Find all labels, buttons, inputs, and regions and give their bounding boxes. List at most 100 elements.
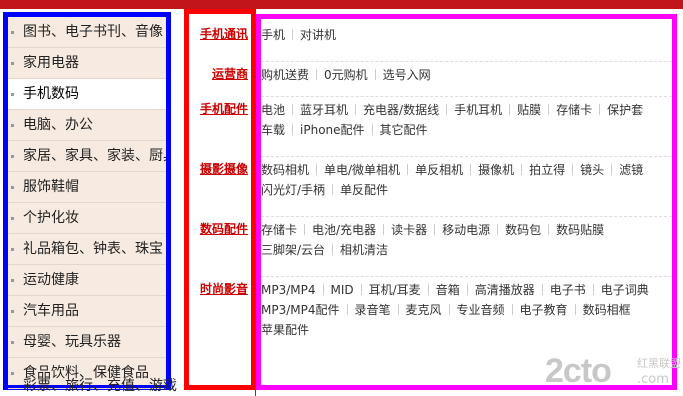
link-separator bbox=[548, 104, 550, 115]
subcategory-link[interactable]: 保护套 bbox=[607, 100, 643, 120]
subcategory-link[interactable]: MP3/MP4 bbox=[261, 280, 316, 300]
subcategory-link[interactable]: 摄像机 bbox=[478, 160, 514, 180]
link-separator bbox=[374, 69, 376, 80]
link-separator bbox=[292, 124, 294, 135]
sidebar-item[interactable]: 运动健康 bbox=[8, 265, 166, 296]
subcategory-link[interactable]: 麦克风 bbox=[406, 300, 442, 320]
category-title[interactable]: 数码配件 bbox=[200, 220, 248, 237]
link-separator bbox=[407, 164, 409, 175]
subcategory-link[interactable]: 贴膜 bbox=[517, 100, 541, 120]
category-row: MP3/MP4 MID 耳机/耳麦 音箱 高清播放器 电子书 电子词典 MP3/MP4配件 录音… bbox=[261, 280, 672, 340]
category-title[interactable]: 摄影摄像 bbox=[200, 160, 248, 177]
sidebar-item[interactable]: 电脑、办公 bbox=[8, 110, 166, 141]
link-line: 闪光灯/手柄 单反配件 bbox=[261, 180, 672, 200]
category-title[interactable]: 手机通讯 bbox=[200, 25, 248, 42]
subcategory-link[interactable]: 镜头 bbox=[580, 160, 604, 180]
subcategory-link[interactable]: 专业音频 bbox=[457, 300, 505, 320]
subcategory-link[interactable]: 电子教育 bbox=[520, 300, 568, 320]
category-row: 电池 蓝牙耳机 充电器/数据线 手机耳机 贴膜 存储卡 保护套车载 iPhone配件 其它配件 bbox=[261, 100, 672, 140]
subcategory-link[interactable]: iPhone配件 bbox=[300, 120, 365, 140]
subcategory-link[interactable]: 移动电源 bbox=[442, 220, 490, 240]
link-separator bbox=[599, 104, 601, 115]
subcategory-link[interactable]: 购机送费 bbox=[261, 65, 309, 85]
sidebar-item[interactable]: 家用电器 bbox=[8, 48, 166, 79]
row-divider bbox=[261, 216, 672, 217]
subcategory-link[interactable]: 充电器/数据线 bbox=[363, 100, 439, 120]
subcategory-link[interactable]: 车载 bbox=[261, 120, 285, 140]
link-line: MP3/MP4 MID 耳机/耳麦 音箱 高清播放器 电子书 电子词典 bbox=[261, 280, 672, 300]
subcategory-link[interactable]: 耳机/耳麦 bbox=[369, 280, 421, 300]
subcategory-link[interactable]: 数码贴膜 bbox=[556, 220, 604, 240]
link-separator bbox=[611, 164, 613, 175]
sidebar-item[interactable]: 图书、电子书刊、音像 bbox=[8, 17, 166, 48]
subcategory-link[interactable]: 手机 bbox=[261, 25, 285, 45]
category-list: 图书、电子书刊、音像 家用电器 手机数码 电脑、办公 家居、家具、家装、厨具 服饰鞋帽 个护… bbox=[8, 17, 166, 389]
link-line: 数码相机 单电/微单相机 单反相机 摄像机 拍立得 镜头 滤镜 bbox=[261, 160, 672, 180]
link-separator bbox=[446, 104, 448, 115]
subcategory-link[interactable]: 滤镜 bbox=[619, 160, 643, 180]
link-separator bbox=[346, 304, 348, 315]
subcategory-link[interactable]: 蓝牙耳机 bbox=[300, 100, 348, 120]
subcategory-link[interactable]: 读卡器 bbox=[391, 220, 427, 240]
subcategory-link[interactable]: 电子书 bbox=[550, 280, 586, 300]
subcategory-link[interactable]: 单电/微单相机 bbox=[324, 160, 400, 180]
subcategory-link[interactable]: 电池/充电器 bbox=[312, 220, 376, 240]
watermark-sub: 红黑联盟 bbox=[637, 357, 681, 370]
subcategory-link[interactable]: 存储卡 bbox=[556, 100, 592, 120]
link-line: 苹果配件 bbox=[261, 320, 672, 340]
watermark-domain: .com bbox=[637, 372, 669, 387]
sidebar-item-more[interactable]: 彩票、旅行、充值、游戏 bbox=[23, 375, 177, 395]
subcategory-link[interactable]: 闪光灯/手柄 bbox=[261, 180, 325, 200]
sidebar-item[interactable]: 个护化妆 bbox=[8, 203, 166, 234]
link-separator bbox=[397, 304, 399, 315]
link-separator bbox=[466, 284, 468, 295]
subcategory-link[interactable]: 电子词典 bbox=[601, 280, 649, 300]
subcategory-link[interactable]: 高清播放器 bbox=[475, 280, 535, 300]
link-separator bbox=[448, 304, 450, 315]
subcategory-link[interactable]: 选号入网 bbox=[383, 65, 431, 85]
subcategory-link[interactable]: 电池 bbox=[261, 100, 285, 120]
sidebar-item[interactable]: 服饰鞋帽 bbox=[8, 172, 166, 203]
subcategory-link[interactable]: 单反配件 bbox=[340, 180, 388, 200]
sidebar-item[interactable]: 母婴、玩具乐器 bbox=[8, 327, 166, 358]
watermark-main: 2cto bbox=[545, 352, 612, 390]
subcategory-link[interactable]: 数码相机 bbox=[261, 160, 309, 180]
link-line: 存储卡 电池/充电器 读卡器 移动电源 数码包 数码贴膜 bbox=[261, 220, 672, 240]
category-title[interactable]: 运营商 bbox=[212, 65, 248, 82]
top-red-strip bbox=[0, 0, 683, 9]
sidebar-item[interactable]: 汽车用品 bbox=[8, 296, 166, 327]
subcategory-link[interactable]: 拍立得 bbox=[529, 160, 565, 180]
subcategory-link[interactable]: 数码包 bbox=[505, 220, 541, 240]
subcategory-title-column: 手机通讯运营商手机配件摄影摄像数码配件时尚影音 bbox=[184, 9, 256, 390]
subcategory-link[interactable]: 音箱 bbox=[436, 280, 460, 300]
sidebar-item[interactable]: 家居、家具、家装、厨具 bbox=[8, 141, 166, 172]
subcategory-link[interactable]: 录音笔 bbox=[355, 300, 391, 320]
subcategory-link[interactable]: 对讲机 bbox=[300, 25, 336, 45]
subcategory-link[interactable]: 手机耳机 bbox=[454, 100, 502, 120]
link-separator bbox=[509, 104, 511, 115]
link-separator bbox=[427, 284, 429, 295]
subcategory-link[interactable]: 相机清洁 bbox=[340, 240, 388, 260]
link-separator bbox=[511, 304, 513, 315]
subcategory-link[interactable]: 数码相框 bbox=[583, 300, 631, 320]
subcategory-link[interactable]: 其它配件 bbox=[380, 120, 428, 140]
link-separator bbox=[383, 224, 385, 235]
subcategory-link[interactable]: 三脚架/云台 bbox=[261, 240, 325, 260]
link-separator bbox=[316, 164, 318, 175]
link-separator bbox=[592, 284, 594, 295]
sidebar-item[interactable]: 手机数码 bbox=[8, 79, 166, 110]
category-title[interactable]: 时尚影音 bbox=[200, 280, 248, 297]
subcategory-link[interactable]: 0元购机 bbox=[324, 65, 368, 85]
link-separator bbox=[355, 104, 357, 115]
link-separator bbox=[316, 69, 318, 80]
subcategory-link[interactable]: 苹果配件 bbox=[261, 320, 309, 340]
subcategory-link[interactable]: 单反相机 bbox=[415, 160, 463, 180]
subcategory-link[interactable]: MP3/MP4配件 bbox=[261, 300, 340, 320]
category-title[interactable]: 手机配件 bbox=[200, 100, 248, 117]
subcategory-link[interactable]: 存储卡 bbox=[261, 220, 297, 240]
sidebar-item[interactable]: 礼品箱包、钟表、珠宝 bbox=[8, 234, 166, 265]
category-row: 购机送费 0元购机 选号入网 bbox=[261, 65, 672, 85]
subcategory-link[interactable]: MID bbox=[331, 280, 354, 300]
link-separator bbox=[371, 124, 373, 135]
watermark-logo: 2cto 红黑联盟 .com bbox=[545, 352, 683, 396]
